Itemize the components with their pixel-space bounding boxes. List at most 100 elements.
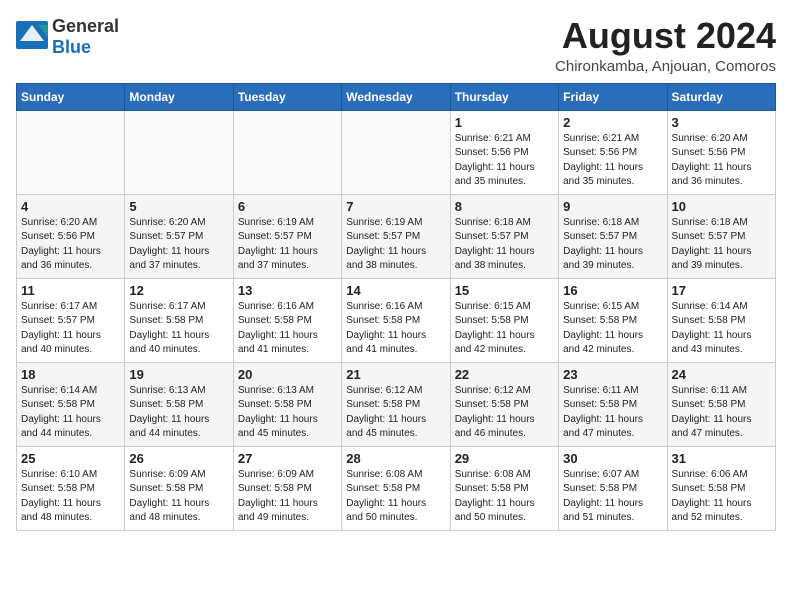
cell-content: Sunrise: 6:14 AM Sunset: 5:58 PM Dayligh… bbox=[672, 300, 771, 358]
calendar-cell: 30 Sunrise: 6:07 AM Sunset: 5:58 PM Dayli… bbox=[559, 446, 667, 530]
day-number: 16 bbox=[563, 283, 662, 298]
logo-blue: Blue bbox=[52, 37, 91, 57]
week-row-5: 25 Sunrise: 6:10 AM Sunset: 5:58 PM Dayli… bbox=[17, 446, 776, 530]
day-number: 10 bbox=[672, 199, 771, 214]
day-number: 11 bbox=[21, 283, 120, 298]
day-number: 17 bbox=[672, 283, 771, 298]
week-row-3: 11 Sunrise: 6:17 AM Sunset: 5:57 PM Dayli… bbox=[17, 278, 776, 362]
calendar-cell: 17 Sunrise: 6:14 AM Sunset: 5:58 PM Dayli… bbox=[667, 278, 775, 362]
cell-content: Sunrise: 6:18 AM Sunset: 5:57 PM Dayligh… bbox=[672, 216, 771, 274]
calendar-cell: 12 Sunrise: 6:17 AM Sunset: 5:58 PM Dayli… bbox=[125, 278, 233, 362]
day-number: 12 bbox=[129, 283, 228, 298]
cell-content: Sunrise: 6:12 AM Sunset: 5:58 PM Dayligh… bbox=[346, 384, 445, 442]
cell-content: Sunrise: 6:17 AM Sunset: 5:58 PM Dayligh… bbox=[129, 300, 228, 358]
calendar-cell: 19 Sunrise: 6:13 AM Sunset: 5:58 PM Dayli… bbox=[125, 362, 233, 446]
weekday-header-tuesday: Tuesday bbox=[233, 83, 341, 110]
cell-content: Sunrise: 6:07 AM Sunset: 5:58 PM Dayligh… bbox=[563, 468, 662, 526]
day-number: 30 bbox=[563, 451, 662, 466]
cell-content: Sunrise: 6:14 AM Sunset: 5:58 PM Dayligh… bbox=[21, 384, 120, 442]
week-row-1: 1 Sunrise: 6:21 AM Sunset: 5:56 PM Daylig… bbox=[17, 110, 776, 194]
cell-content: Sunrise: 6:21 AM Sunset: 5:56 PM Dayligh… bbox=[563, 132, 662, 190]
calendar-cell: 25 Sunrise: 6:10 AM Sunset: 5:58 PM Dayli… bbox=[17, 446, 125, 530]
cell-content: Sunrise: 6:08 AM Sunset: 5:58 PM Dayligh… bbox=[455, 468, 554, 526]
day-number: 9 bbox=[563, 199, 662, 214]
location-subtitle: Chironkamba, Anjouan, Comoros bbox=[555, 58, 776, 75]
calendar-cell bbox=[125, 110, 233, 194]
day-number: 26 bbox=[129, 451, 228, 466]
weekday-header-friday: Friday bbox=[559, 83, 667, 110]
cell-content: Sunrise: 6:15 AM Sunset: 5:58 PM Dayligh… bbox=[455, 300, 554, 358]
calendar-cell: 26 Sunrise: 6:09 AM Sunset: 5:58 PM Dayli… bbox=[125, 446, 233, 530]
day-number: 23 bbox=[563, 367, 662, 382]
calendar-cell: 3Sunrise: 6:20 AM Sunset: 5:56 PM Daylig… bbox=[667, 110, 775, 194]
day-number: 3 bbox=[672, 115, 771, 130]
calendar-cell bbox=[342, 110, 450, 194]
day-number: 25 bbox=[21, 451, 120, 466]
cell-content: Sunrise: 6:09 AM Sunset: 5:58 PM Dayligh… bbox=[129, 468, 228, 526]
logo-text: General Blue bbox=[52, 16, 119, 58]
weekday-header-wednesday: Wednesday bbox=[342, 83, 450, 110]
logo-general: General bbox=[52, 16, 119, 36]
cell-content: Sunrise: 6:19 AM Sunset: 5:57 PM Dayligh… bbox=[238, 216, 337, 274]
day-number: 7 bbox=[346, 199, 445, 214]
calendar-cell: 20Sunrise: 6:13 AM Sunset: 5:58 PM Dayli… bbox=[233, 362, 341, 446]
weekday-header-thursday: Thursday bbox=[450, 83, 558, 110]
calendar-cell: 6Sunrise: 6:19 AM Sunset: 5:57 PM Daylig… bbox=[233, 194, 341, 278]
cell-content: Sunrise: 6:11 AM Sunset: 5:58 PM Dayligh… bbox=[672, 384, 771, 442]
cell-content: Sunrise: 6:18 AM Sunset: 5:57 PM Dayligh… bbox=[455, 216, 554, 274]
day-number: 21 bbox=[346, 367, 445, 382]
cell-content: Sunrise: 6:18 AM Sunset: 5:57 PM Dayligh… bbox=[563, 216, 662, 274]
day-number: 1 bbox=[455, 115, 554, 130]
cell-content: Sunrise: 6:11 AM Sunset: 5:58 PM Dayligh… bbox=[563, 384, 662, 442]
month-year-title: August 2024 bbox=[555, 16, 776, 56]
calendar-cell: 10 Sunrise: 6:18 AM Sunset: 5:57 PM Dayli… bbox=[667, 194, 775, 278]
calendar-cell: 16Sunrise: 6:15 AM Sunset: 5:58 PM Dayli… bbox=[559, 278, 667, 362]
day-number: 24 bbox=[672, 367, 771, 382]
day-number: 2 bbox=[563, 115, 662, 130]
day-number: 19 bbox=[129, 367, 228, 382]
calendar-cell: 5 Sunrise: 6:20 AM Sunset: 5:57 PM Daylig… bbox=[125, 194, 233, 278]
calendar-cell: 14Sunrise: 6:16 AM Sunset: 5:58 PM Dayli… bbox=[342, 278, 450, 362]
day-number: 15 bbox=[455, 283, 554, 298]
calendar-cell bbox=[233, 110, 341, 194]
cell-content: Sunrise: 6:12 AM Sunset: 5:58 PM Dayligh… bbox=[455, 384, 554, 442]
cell-content: Sunrise: 6:21 AM Sunset: 5:56 PM Dayligh… bbox=[455, 132, 554, 190]
calendar-cell: 31Sunrise: 6:06 AM Sunset: 5:58 PM Dayli… bbox=[667, 446, 775, 530]
calendar-cell: 8Sunrise: 6:18 AM Sunset: 5:57 PM Daylig… bbox=[450, 194, 558, 278]
calendar-table: SundayMondayTuesdayWednesdayThursdayFrid… bbox=[16, 83, 776, 531]
header: General Blue August 2024 Chironkamba, An… bbox=[16, 16, 776, 75]
calendar-cell: 29 Sunrise: 6:08 AM Sunset: 5:58 PM Dayli… bbox=[450, 446, 558, 530]
cell-content: Sunrise: 6:10 AM Sunset: 5:58 PM Dayligh… bbox=[21, 468, 120, 526]
title-area: August 2024 Chironkamba, Anjouan, Comoro… bbox=[555, 16, 776, 75]
week-row-2: 4 Sunrise: 6:20 AM Sunset: 5:56 PM Daylig… bbox=[17, 194, 776, 278]
cell-content: Sunrise: 6:19 AM Sunset: 5:57 PM Dayligh… bbox=[346, 216, 445, 274]
day-number: 13 bbox=[238, 283, 337, 298]
weekday-header-row: SundayMondayTuesdayWednesdayThursdayFrid… bbox=[17, 83, 776, 110]
calendar-cell: 21 Sunrise: 6:12 AM Sunset: 5:58 PM Dayli… bbox=[342, 362, 450, 446]
calendar-cell: 13 Sunrise: 6:16 AM Sunset: 5:58 PM Dayli… bbox=[233, 278, 341, 362]
cell-content: Sunrise: 6:17 AM Sunset: 5:57 PM Dayligh… bbox=[21, 300, 120, 358]
day-number: 4 bbox=[21, 199, 120, 214]
calendar-cell: 2 Sunrise: 6:21 AM Sunset: 5:56 PM Daylig… bbox=[559, 110, 667, 194]
cell-content: Sunrise: 6:09 AM Sunset: 5:58 PM Dayligh… bbox=[238, 468, 337, 526]
cell-content: Sunrise: 6:20 AM Sunset: 5:56 PM Dayligh… bbox=[21, 216, 120, 274]
day-number: 29 bbox=[455, 451, 554, 466]
logo-icon bbox=[16, 21, 48, 54]
calendar-cell: 23 Sunrise: 6:11 AM Sunset: 5:58 PM Dayli… bbox=[559, 362, 667, 446]
week-row-4: 18Sunrise: 6:14 AM Sunset: 5:58 PM Dayli… bbox=[17, 362, 776, 446]
logo: General Blue bbox=[16, 16, 119, 58]
day-number: 5 bbox=[129, 199, 228, 214]
calendar-cell: 11 Sunrise: 6:17 AM Sunset: 5:57 PM Dayli… bbox=[17, 278, 125, 362]
day-number: 28 bbox=[346, 451, 445, 466]
calendar-cell: 27Sunrise: 6:09 AM Sunset: 5:58 PM Dayli… bbox=[233, 446, 341, 530]
cell-content: Sunrise: 6:13 AM Sunset: 5:58 PM Dayligh… bbox=[129, 384, 228, 442]
calendar-cell bbox=[17, 110, 125, 194]
cell-content: Sunrise: 6:16 AM Sunset: 5:58 PM Dayligh… bbox=[346, 300, 445, 358]
cell-content: Sunrise: 6:06 AM Sunset: 5:58 PM Dayligh… bbox=[672, 468, 771, 526]
cell-content: Sunrise: 6:20 AM Sunset: 5:57 PM Dayligh… bbox=[129, 216, 228, 274]
weekday-header-sunday: Sunday bbox=[17, 83, 125, 110]
calendar-cell: 24 Sunrise: 6:11 AM Sunset: 5:58 PM Dayli… bbox=[667, 362, 775, 446]
calendar-cell: 28Sunrise: 6:08 AM Sunset: 5:58 PM Dayli… bbox=[342, 446, 450, 530]
weekday-header-saturday: Saturday bbox=[667, 83, 775, 110]
cell-content: Sunrise: 6:16 AM Sunset: 5:58 PM Dayligh… bbox=[238, 300, 337, 358]
